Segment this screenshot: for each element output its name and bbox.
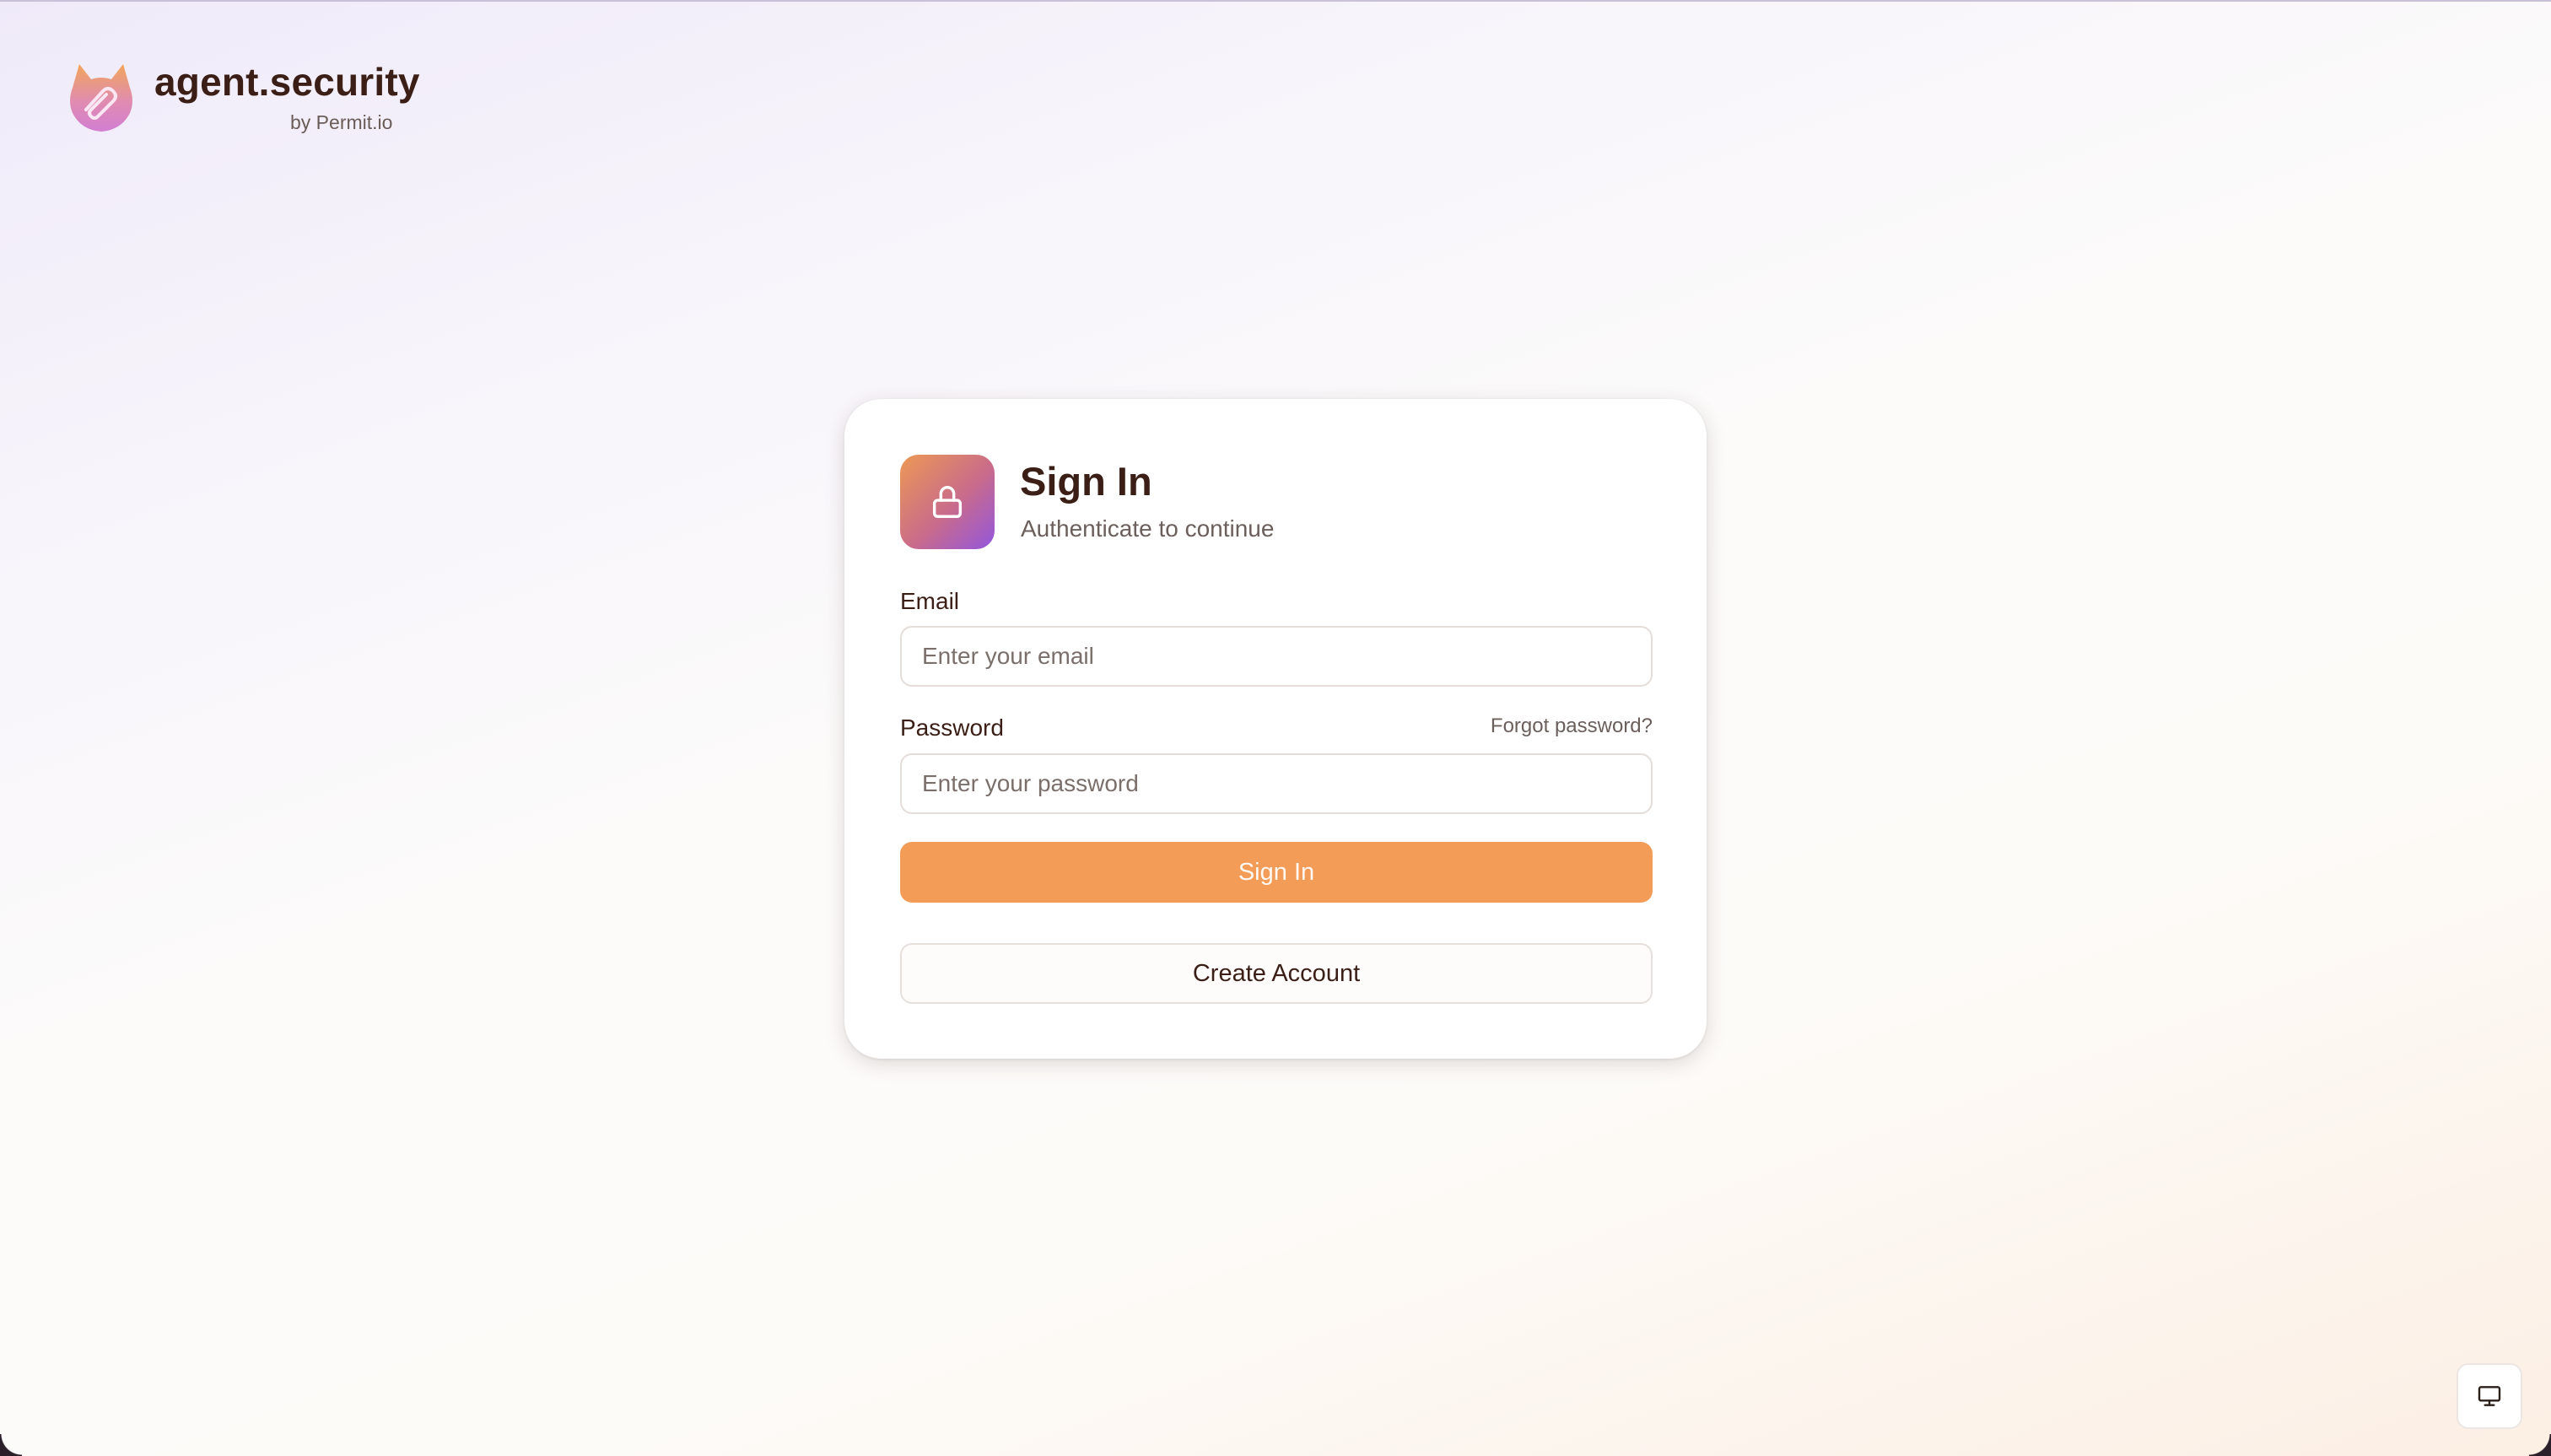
lock-badge <box>900 455 995 549</box>
sign-in-card: Sign In Authenticate to continue Email P… <box>844 399 1707 1059</box>
page-title: Sign In <box>1020 459 1152 504</box>
window-top-edge <box>0 0 2551 2</box>
display-settings-button[interactable] <box>2457 1363 2522 1429</box>
monitor-icon <box>2478 1386 2501 1406</box>
window-corner <box>2529 1434 2551 1456</box>
password-field[interactable] <box>900 753 1653 814</box>
page-subtitle: Authenticate to continue <box>1021 515 1275 542</box>
forgot-password-link[interactable]: Forgot password? <box>1491 715 1653 738</box>
agent-security-logo-icon <box>70 64 132 132</box>
sign-in-button[interactable]: Sign In <box>900 842 1653 903</box>
window-corner <box>0 1434 22 1456</box>
brand-name: agent.security <box>154 60 420 104</box>
brand-byline: by Permit.io <box>290 111 393 133</box>
email-field[interactable] <box>900 626 1653 687</box>
password-label: Password <box>900 715 1004 741</box>
email-label: Email <box>900 588 960 614</box>
lock-icon <box>932 486 963 518</box>
create-account-button[interactable]: Create Account <box>900 943 1653 1004</box>
brand-header: agent.security by Permit.io <box>67 59 456 135</box>
